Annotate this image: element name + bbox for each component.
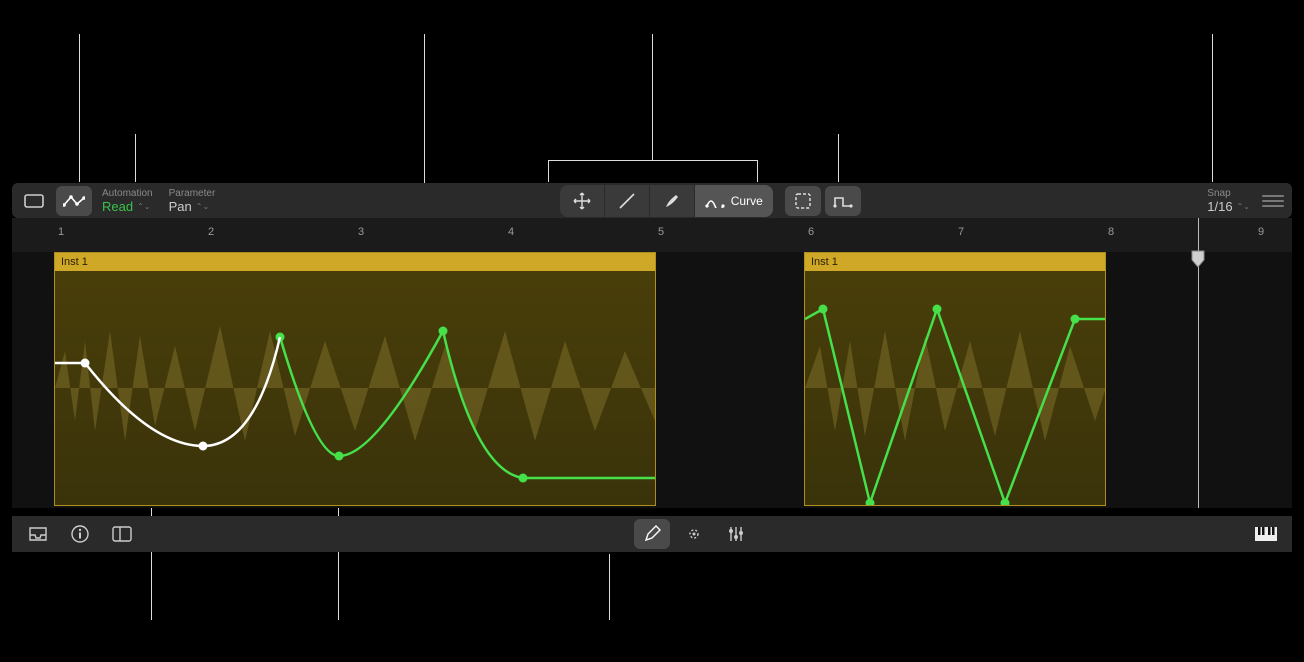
- automation-curve: [805, 271, 1105, 505]
- edit-tool-segment: Curve: [560, 185, 773, 217]
- automation-mode-selector[interactable]: Automation Read ⌃⌄: [102, 188, 153, 214]
- chevron-updown-icon: ⌃⌄: [196, 199, 209, 214]
- bottom-toolbar: [12, 516, 1292, 552]
- sidebar-toggle-button[interactable]: [104, 519, 140, 549]
- parameter-value: Pan: [169, 199, 192, 214]
- callout-line: [609, 554, 610, 620]
- automation-toolbar: Automation Read ⌃⌄ Parameter Pan ⌃⌄ Curve: [12, 183, 1292, 218]
- automation-label: Automation: [102, 188, 153, 199]
- selection-tool-button[interactable]: [785, 186, 821, 216]
- info-icon: [71, 525, 89, 543]
- rect-icon: [24, 194, 44, 208]
- ruler-tick: 9: [1258, 226, 1264, 238]
- mixer-icon: [727, 525, 745, 543]
- pencil-icon: [643, 525, 661, 543]
- automation-icon: [63, 194, 85, 208]
- line-tool[interactable]: [605, 185, 650, 217]
- automation-mode-value: Read: [102, 199, 133, 214]
- ruler-tick: 7: [958, 226, 964, 238]
- ruler-tick: 1: [58, 226, 64, 238]
- cycle-region-button[interactable]: [16, 186, 52, 216]
- parameter-selector[interactable]: Parameter Pan ⌃⌄: [169, 188, 216, 214]
- screenshot-stage: Automation Read ⌃⌄ Parameter Pan ⌃⌄ Curve: [0, 0, 1304, 662]
- select-area-icon: [794, 192, 812, 210]
- ruler-tick: 4: [508, 226, 514, 238]
- brush-tool[interactable]: [650, 185, 695, 217]
- ruler-tick: 2: [208, 226, 214, 238]
- inbox-icon: [28, 526, 48, 542]
- callout-line: [1212, 34, 1213, 182]
- focus-icon: [684, 524, 704, 544]
- chevron-updown-icon: ⌃⌄: [137, 199, 150, 214]
- callout-line: [79, 34, 80, 182]
- menu-button[interactable]: [1262, 195, 1284, 207]
- piano-icon: [1255, 527, 1277, 541]
- pencil-tool-button[interactable]: [634, 519, 670, 549]
- inbox-button[interactable]: [20, 519, 56, 549]
- region-name: Inst 1: [811, 256, 838, 268]
- line-icon: [617, 191, 637, 211]
- track-area[interactable]: Inst 1 Inst 1: [12, 252, 1292, 508]
- ruler-tick: 3: [358, 226, 364, 238]
- brush-icon: [662, 191, 682, 211]
- ruler-tick: 6: [808, 226, 814, 238]
- callout-line: [652, 34, 653, 160]
- playhead[interactable]: [1198, 218, 1199, 508]
- callout-line: [757, 160, 758, 182]
- automation-curve: [55, 271, 655, 505]
- playhead-grip-icon: [1191, 250, 1205, 268]
- automation-view-button[interactable]: [56, 186, 92, 216]
- snap-value: 1/16: [1207, 199, 1232, 214]
- info-button[interactable]: [62, 519, 98, 549]
- focus-button[interactable]: [676, 519, 712, 549]
- sidebar-icon: [112, 526, 132, 542]
- region-name: Inst 1: [61, 256, 88, 268]
- bar-ruler[interactable]: 1 2 3 4 5 6 7 8 9: [12, 218, 1292, 252]
- curve-icon: [705, 194, 725, 208]
- ruler-tick: 8: [1108, 226, 1114, 238]
- ruler-tick: 5: [658, 226, 664, 238]
- snap-selector[interactable]: Snap 1/16 ⌃⌄: [1207, 188, 1250, 214]
- piano-roll-button[interactable]: [1248, 519, 1284, 549]
- region-2[interactable]: Inst 1: [804, 252, 1106, 506]
- parameter-label: Parameter: [169, 188, 216, 199]
- mixer-button[interactable]: [718, 519, 754, 549]
- snap-label: Snap: [1207, 188, 1230, 199]
- move-icon: [572, 191, 592, 211]
- callout-line: [548, 160, 549, 182]
- region-1[interactable]: Inst 1: [54, 252, 656, 506]
- step-edit-button[interactable]: [825, 186, 861, 216]
- move-tool[interactable]: [560, 185, 605, 217]
- callout-line: [548, 160, 757, 161]
- callout-line: [838, 134, 839, 182]
- step-icon: [833, 194, 853, 208]
- curve-tool-label: Curve: [731, 194, 763, 208]
- chevron-updown-icon: ⌃⌄: [1237, 199, 1250, 214]
- callout-line: [135, 134, 136, 182]
- curve-tool[interactable]: Curve: [695, 185, 773, 217]
